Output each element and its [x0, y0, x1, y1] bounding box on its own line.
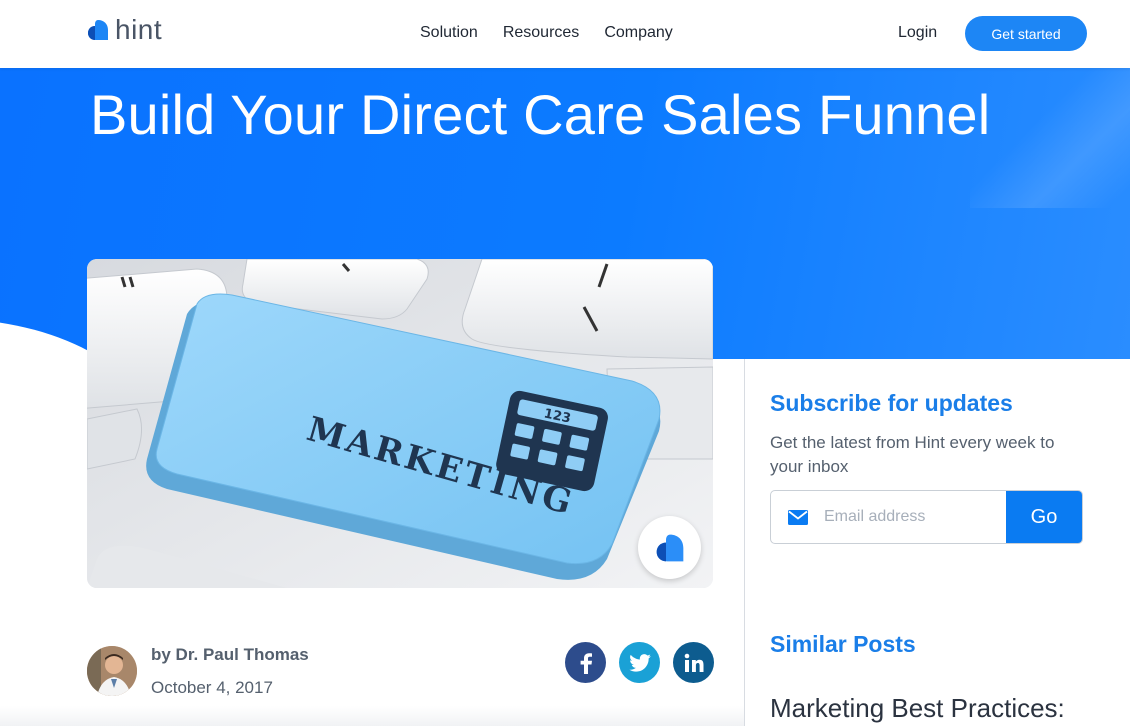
subscribe-go-button[interactable]: Go	[1006, 491, 1082, 543]
twitter-icon	[628, 653, 651, 672]
post-date: October 4, 2017	[151, 678, 273, 697]
facebook-share-button[interactable]	[565, 642, 606, 683]
hint-badge	[638, 516, 701, 579]
hint-badge-icon	[656, 534, 683, 561]
nav-item-company[interactable]: Company	[604, 23, 672, 43]
brand-name: hint	[115, 14, 163, 45]
subscribe-form: Go	[770, 490, 1083, 544]
nav-item-resources[interactable]: Resources	[503, 23, 579, 43]
author-byline[interactable]: by Dr. Paul Thomas	[151, 645, 309, 665]
page-title: Build Your Direct Care Sales Funnel	[90, 83, 991, 146]
nav-item-solution[interactable]: Solution	[420, 23, 478, 43]
linkedin-icon	[684, 653, 703, 672]
get-started-button[interactable]: Get started	[965, 16, 1087, 51]
featured-image: MARKETING 123	[87, 259, 713, 588]
subscribe-description: Get the latest from Hint every week to y…	[770, 433, 1055, 476]
main-nav: Solution Resources Company	[420, 23, 698, 43]
hero-glow-decoration	[970, 68, 1130, 208]
linkedin-share-button[interactable]	[673, 642, 714, 683]
similar-posts-title: Similar Posts	[770, 631, 916, 657]
sidebar-divider	[744, 359, 745, 726]
bottom-fade	[0, 706, 744, 726]
similar-post-link[interactable]: Marketing Best Practices:	[770, 692, 1065, 724]
mail-icon	[788, 510, 808, 525]
site-header: hint Solution Resources Company Login Ge…	[0, 0, 1130, 68]
facebook-icon	[580, 652, 592, 674]
twitter-share-button[interactable]	[619, 642, 660, 683]
email-input[interactable]	[824, 491, 1004, 543]
author-avatar	[87, 646, 137, 696]
keyboard-illustration: MARKETING 123	[87, 259, 713, 588]
hint-logo[interactable]: hint	[87, 16, 162, 44]
login-link[interactable]: Login	[898, 23, 937, 43]
subscribe-title: Subscribe for updates	[770, 390, 1013, 416]
hint-logo-icon	[88, 20, 108, 40]
